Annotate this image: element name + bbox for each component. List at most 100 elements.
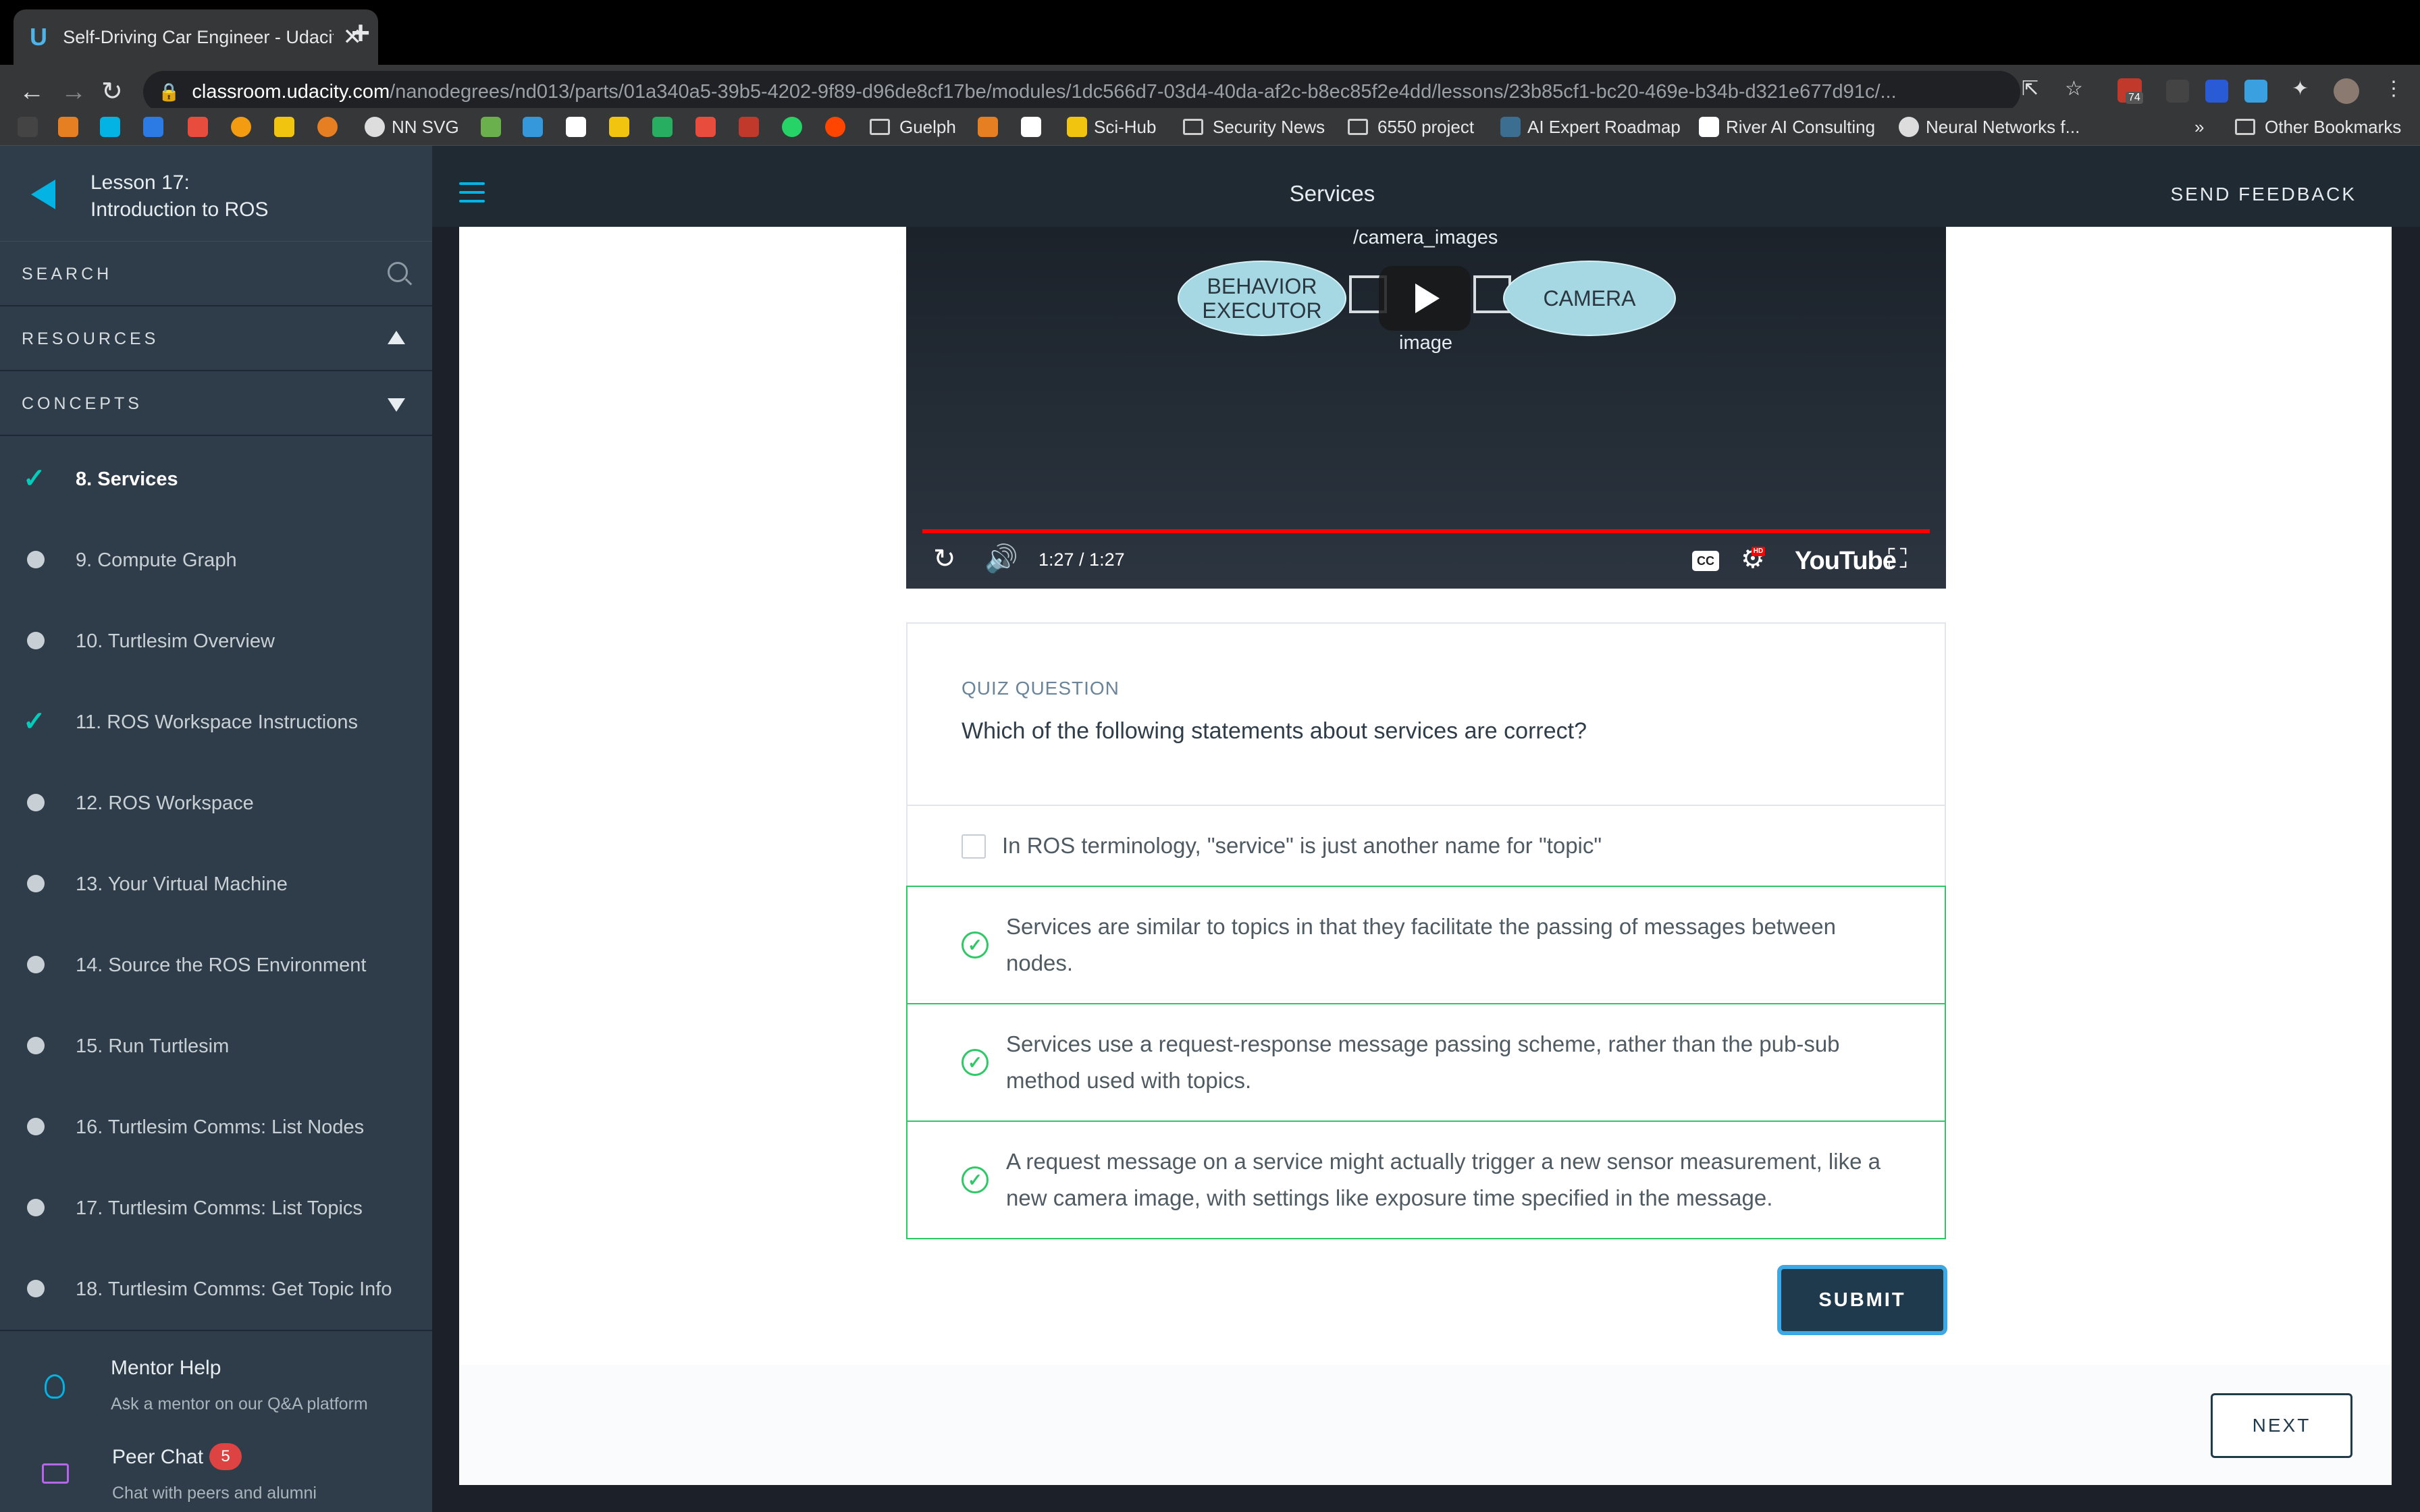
concept-item[interactable]: ✓ 8. Services — [0, 439, 432, 520]
bookmark-icon[interactable] — [143, 117, 163, 137]
replay-icon[interactable]: ↻ — [933, 543, 956, 575]
volume-icon[interactable]: 🔊 — [984, 543, 1018, 575]
concept-item[interactable]: 14. Source the ROS Environment — [0, 925, 432, 1006]
bookmark-icon[interactable] — [609, 117, 629, 137]
bookmark-security-news[interactable]: Security News — [1183, 115, 1325, 139]
bookmark-other[interactable]: Other Bookmarks — [2235, 115, 2401, 139]
mentor-help-subtitle: Ask a mentor on our Q&A platform — [111, 1395, 368, 1413]
checked-circle-icon[interactable]: ✓ — [962, 1049, 989, 1076]
concept-label: 14. Source the ROS Environment — [76, 954, 367, 976]
bookmark-icon[interactable] — [100, 117, 120, 137]
video-player[interactable]: /camera_images BEHAVIOR EXECUTOR CAMERA … — [906, 227, 1946, 589]
video-progress-bar[interactable] — [922, 529, 1930, 533]
concept-list: ✓ 8. Services 9. Compute Graph 10. Turtlesi… — [0, 439, 432, 1330]
captions-icon[interactable]: CC — [1692, 551, 1719, 571]
concept-item[interactable]: 13. Your Virtual Machine — [0, 844, 432, 925]
quiz-option[interactable]: ✓ Services are similar to topics in that … — [906, 886, 1946, 1004]
top-navigation: Services SEND FEEDBACK — [432, 146, 2420, 227]
bookmark-sci-hub[interactable]: Sci-Hub — [1067, 115, 1156, 139]
submit-button[interactable]: SUBMIT — [1777, 1265, 1947, 1335]
concept-item[interactable]: 17. Turtlesim Comms: List Topics — [0, 1168, 432, 1249]
whatsapp-icon[interactable] — [782, 117, 802, 137]
bookmark-nn-svg[interactable]: NN SVG — [365, 115, 459, 139]
reload-icon[interactable]: ↻ — [101, 78, 123, 105]
concept-item[interactable]: 18. Turtlesim Comms: Get Topic Info — [0, 1249, 432, 1330]
bookmark-neural-networks[interactable]: Neural Networks f... — [1899, 115, 2080, 139]
page-title: Services — [1289, 181, 1375, 206]
bookmark-icon[interactable] — [58, 117, 78, 137]
content-footer-area — [459, 1365, 2392, 1485]
lesson-header[interactable]: Lesson 17: Introduction to ROS — [0, 146, 432, 242]
bookmark-icon[interactable] — [1021, 117, 1041, 137]
youtube-bookmark-icon[interactable] — [695, 117, 716, 137]
bookmark-icon[interactable] — [566, 117, 586, 137]
concept-label: 12. ROS Workspace — [76, 792, 254, 814]
browser-menu-icon[interactable]: ⋮ — [2384, 77, 2404, 101]
extension-m-icon[interactable] — [2166, 80, 2189, 103]
concept-item[interactable]: 16. Turtlesim Comms: List Nodes — [0, 1087, 432, 1168]
folder-icon — [870, 119, 890, 135]
quiz-option[interactable]: ✓ A request message on a service might ac… — [906, 1120, 1946, 1239]
concept-item[interactable]: 9. Compute Graph — [0, 520, 432, 601]
concept-item[interactable]: 12. ROS Workspace — [0, 763, 432, 844]
bookmark-icon[interactable] — [18, 117, 38, 137]
quiz-card: QUIZ QUESTION Which of the following sta… — [906, 622, 1946, 1241]
address-bar[interactable]: 🔒 classroom.udacity.com /nanodegrees/nd0… — [143, 71, 2020, 113]
play-icon[interactable] — [1379, 266, 1471, 331]
lesson-sidebar: Lesson 17: Introduction to ROS SEARCH RE… — [0, 146, 432, 1512]
bookmark-star-icon[interactable]: ☆ — [2065, 77, 2083, 101]
concept-label: 13. Your Virtual Machine — [76, 873, 288, 895]
search-icon[interactable] — [388, 262, 408, 282]
bookmark-icon[interactable] — [274, 117, 294, 137]
checkbox[interactable] — [962, 834, 986, 859]
sidebar-concepts[interactable]: CONCEPTS — [0, 371, 432, 436]
bookmark-icon[interactable] — [188, 117, 208, 137]
peer-chat-title: Peer Chat — [112, 1446, 204, 1468]
back-icon[interactable]: ← — [19, 78, 45, 105]
back-arrow-icon[interactable] — [31, 180, 55, 209]
extension-badge: 74 — [2126, 92, 2143, 104]
bookmark-6550-project[interactable]: 6550 project — [1348, 115, 1474, 139]
bookmark-guelph[interactable]: Guelph — [870, 115, 956, 139]
youtube-logo[interactable]: YouTube — [1795, 547, 1897, 576]
concept-label: 17. Turtlesim Comms: List Topics — [76, 1197, 363, 1219]
bookmark-icon[interactable] — [231, 117, 251, 137]
netflix-icon[interactable] — [739, 117, 759, 137]
concept-item[interactable]: 10. Turtlesim Overview — [0, 601, 432, 682]
sidebar-search[interactable]: SEARCH — [0, 242, 432, 306]
concepts-label: CONCEPTS — [22, 394, 142, 413]
quiz-option[interactable]: ✓ Services use a request-response message… — [906, 1003, 1946, 1122]
quiz-option[interactable]: In ROS terminology, "service" is just an… — [906, 806, 1946, 887]
bookmarks-overflow-icon[interactable]: » — [2194, 115, 2204, 139]
sci-hub-icon — [1067, 117, 1087, 137]
video-node-behavior-executor: BEHAVIOR EXECUTOR — [1178, 261, 1346, 336]
concept-item[interactable]: ✓ 11. ROS Workspace Instructions — [0, 682, 432, 763]
new-tab-icon[interactable]: + — [351, 15, 370, 52]
bookmark-river-ai[interactable]: River AI Consulting — [1699, 115, 1875, 139]
fullscreen-icon[interactable]: ⛶ — [1888, 543, 1907, 575]
open-external-icon[interactable]: ⇱ — [2022, 77, 2038, 101]
extension-window-icon[interactable] — [2244, 80, 2267, 103]
bookmark-icon[interactable] — [481, 117, 501, 137]
bookmark-icon[interactable] — [317, 117, 338, 137]
sidebar-resources[interactable]: RESOURCES — [0, 306, 432, 371]
neural-icon — [1899, 117, 1919, 137]
next-button[interactable]: NEXT — [2211, 1393, 2352, 1458]
send-feedback-button[interactable]: SEND FEEDBACK — [2171, 184, 2357, 205]
bookmark-icon[interactable] — [978, 117, 998, 137]
concept-item[interactable]: 15. Run Turtlesim — [0, 1006, 432, 1087]
reddit-icon[interactable] — [825, 117, 845, 137]
forward-icon[interactable]: → — [61, 78, 86, 105]
quiz-kicker: QUIZ QUESTION — [962, 678, 1120, 699]
drive-icon[interactable] — [652, 117, 673, 137]
bookmark-ai-expert-roadmap[interactable]: AI Expert Roadmap — [1500, 115, 1681, 139]
browser-tab[interactable]: U Self-Driving Car Engineer - Udacity ✕ — [14, 9, 378, 65]
checked-circle-icon[interactable]: ✓ — [962, 932, 989, 959]
concept-label: 18. Turtlesim Comms: Get Topic Info — [76, 1278, 392, 1300]
bookmark-icon[interactable] — [523, 117, 543, 137]
checked-circle-icon[interactable]: ✓ — [962, 1166, 989, 1193]
extension-blue-icon[interactable] — [2205, 80, 2228, 103]
extensions-puzzle-icon[interactable]: ✦ — [2292, 77, 2309, 101]
hd-badge: HD — [1752, 547, 1765, 556]
profile-avatar[interactable] — [2334, 78, 2359, 104]
